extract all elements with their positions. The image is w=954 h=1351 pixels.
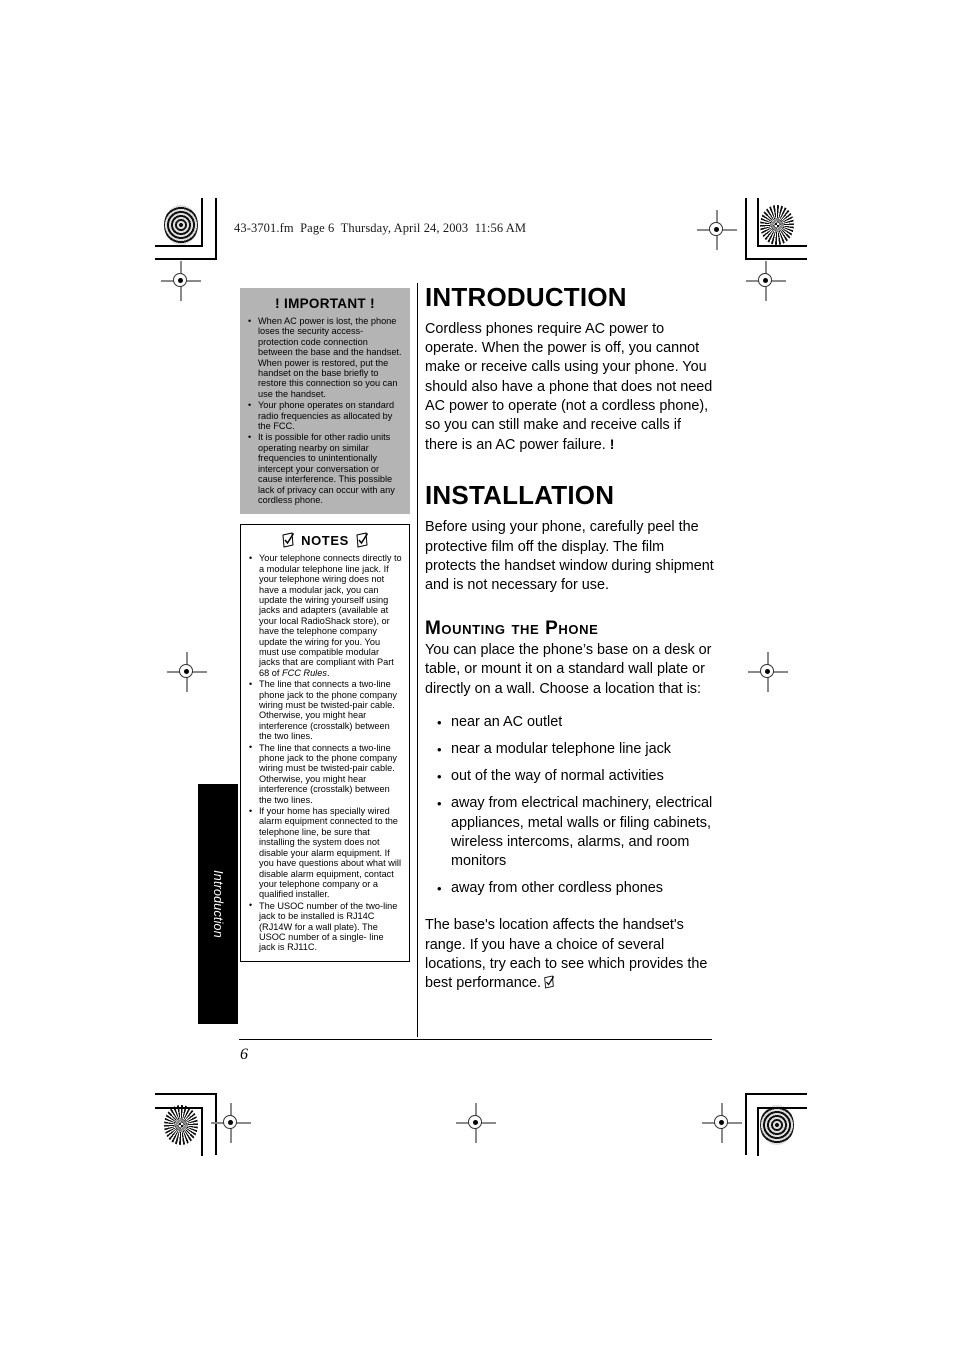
subsection-heading-mounting-the-phone: Mounting the Phone [425, 618, 599, 640]
note-paper-check-icon [543, 975, 555, 989]
top-right-star-target [760, 205, 794, 245]
installation-paragraph: Before using your phone, carefully peel … [425, 519, 714, 594]
list-item: The line that connects a two-line phone … [248, 742, 402, 805]
list-item: It is possible for other radio units ope… [247, 432, 403, 505]
list-item: near a modular telephone line jack [425, 740, 715, 759]
registration-target-left-middle [167, 652, 207, 692]
bleed-mark-top-left-h [155, 245, 203, 247]
list-item: away from other cordless phones [425, 879, 715, 898]
sidebar-column: ! IMPORTANT ! When AC power is lost, the… [240, 288, 410, 962]
list-item: Your phone operates on standard radio fr… [247, 400, 403, 431]
bleed-mark-top-left-v [201, 198, 203, 246]
registration-target-right-middle [748, 652, 788, 692]
registration-target-bottom-left [211, 1103, 251, 1143]
trim-mark-bottom-left-v [215, 1093, 217, 1155]
section-heading-installation: INSTALLATION [425, 480, 615, 511]
mounting-closing-paragraph: The base's location affects the handset'… [425, 916, 715, 993]
trim-mark-bottom-left-h [155, 1093, 217, 1095]
page-number: 6 [240, 1046, 248, 1063]
bottom-right-star-target [760, 1105, 794, 1145]
important-bang-left-icon: ! [274, 295, 280, 311]
mounting-intro-paragraph: You can place the phone’s base on a desk… [425, 642, 712, 697]
chapter-thumb-tab-label: Introduction [211, 870, 225, 938]
important-callout-title: ! IMPORTANT ! [247, 295, 403, 311]
introduction-paragraph: Cordless phones require AC power to oper… [425, 320, 715, 455]
mounting-closing-text: The base's location affects the handset'… [425, 917, 708, 992]
chapter-thumb-tab: Introduction [198, 784, 238, 1024]
list-item: The USOC number of the two-line jack to … [248, 900, 402, 953]
mounting-location-list: near an AC outlet near a modular telepho… [425, 713, 715, 899]
bleed-mark-bottom-left-h [155, 1107, 203, 1109]
trim-mark-top-right-v [745, 198, 747, 260]
top-left-star-target [164, 205, 198, 245]
important-bullet-list: When AC power is lost, the phone loses t… [247, 315, 403, 505]
trim-mark-bottom-right-v [745, 1093, 747, 1155]
bleed-mark-top-right-v [757, 198, 759, 246]
printed-page: 43-3701.fm Page 6 Thursday, April 24, 20… [0, 0, 954, 1351]
registration-target-bottom-right [702, 1103, 742, 1143]
trim-mark-top-left-v [215, 198, 217, 260]
registration-target-top-left [161, 261, 201, 301]
list-item: When AC power is lost, the phone loses t… [247, 315, 403, 399]
notes-callout-box: NOTES Your telephone connects directly t… [240, 524, 410, 962]
notes-bullet-1-italic-tail: FCC Rules [282, 667, 327, 678]
trim-mark-top-right-h [745, 258, 807, 260]
list-item: If your home has specially wired alarm e… [248, 806, 402, 900]
column-divider-rule [417, 283, 419, 1037]
notes-title-text: NOTES [301, 532, 349, 548]
registration-target-bottom-center [456, 1103, 496, 1143]
notes-bullet-1-period: . [326, 667, 330, 678]
list-item: The line that connects a two-line phone … [248, 679, 402, 742]
trim-mark-top-left-h [155, 258, 217, 260]
notes-bullet-1-text: Your telephone connects directly to a mo… [259, 553, 402, 678]
bleed-mark-bottom-right-v [757, 1108, 759, 1156]
notes-callout-title: NOTES [248, 532, 402, 548]
important-bang-inline-icon: ! [609, 436, 615, 453]
bleed-mark-bottom-right-h [757, 1107, 807, 1109]
note-paper-check-icon [281, 532, 295, 548]
file-header-stamp: 43-3701.fm Page 6 Thursday, April 24, 20… [234, 221, 527, 235]
footer-rule [239, 1039, 712, 1041]
list-item: near an AC outlet [425, 713, 715, 732]
list-item: Your telephone connects directly to a mo… [248, 553, 402, 678]
section-heading-introduction: INTRODUCTION [425, 282, 627, 312]
registration-target-top-right [746, 261, 786, 301]
important-bang-right-icon: ! [370, 295, 375, 311]
bleed-mark-bottom-left-v [201, 1108, 203, 1156]
bottom-left-star-target [164, 1105, 198, 1145]
important-title-text: IMPORTANT [284, 296, 366, 311]
notes-bullet-list: Your telephone connects directly to a mo… [248, 553, 402, 953]
registration-target-top-center [697, 210, 737, 250]
list-item: out of the way of normal activities [425, 767, 715, 786]
bleed-mark-top-right-h [757, 245, 807, 247]
list-item: away from electrical machinery, electric… [425, 794, 715, 871]
trim-mark-bottom-right-h [745, 1093, 807, 1095]
important-callout-box: ! IMPORTANT ! When AC power is lost, the… [240, 288, 410, 515]
note-paper-check-icon [355, 532, 369, 548]
introduction-paragraph-text: Cordless phones require AC power to oper… [425, 321, 713, 454]
main-column: INTRODUCTION Cordless phones require AC … [425, 283, 715, 993]
